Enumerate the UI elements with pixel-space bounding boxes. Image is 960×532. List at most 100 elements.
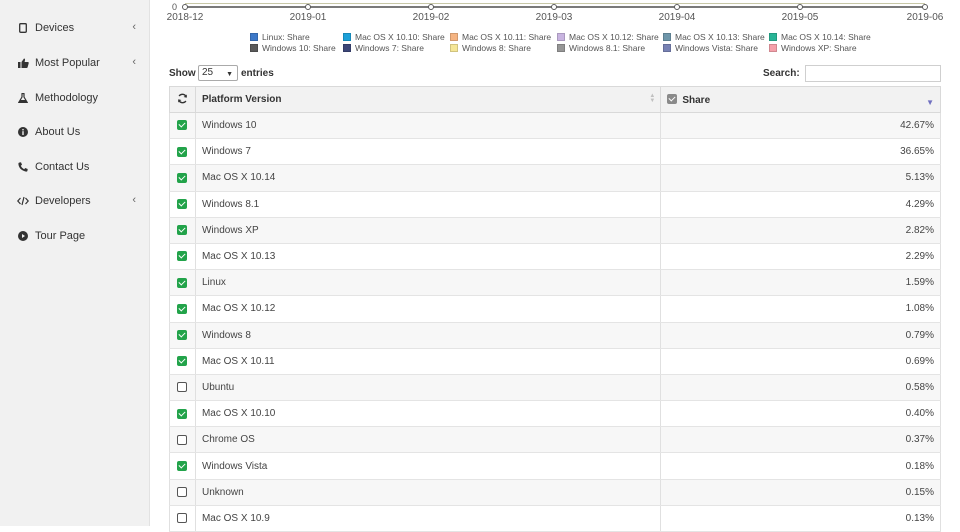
share-checkbox-icon[interactable]	[667, 93, 678, 104]
sidebar-item-contact-us[interactable]: Contact Us	[0, 152, 150, 182]
row-checkbox-cell	[169, 400, 196, 428]
checked-checkbox[interactable]	[177, 120, 188, 131]
legend-item[interactable]: Windows XP: Share	[769, 43, 857, 53]
platform-cell: Mac OS X 10.14	[195, 164, 662, 192]
table-row[interactable]: Chrome OS 0.37%	[169, 426, 941, 454]
checked-checkbox[interactable]	[177, 460, 188, 471]
table-row[interactable]: Mac OS X 10.12 1.08%	[169, 295, 941, 323]
chevron-left-icon: ‹	[132, 21, 136, 33]
platform-cell: Mac OS X 10.11	[195, 348, 662, 375]
checked-checkbox[interactable]	[177, 303, 188, 314]
sidebar-item-label: Contact Us	[35, 161, 90, 173]
code-icon	[17, 196, 29, 206]
checked-checkbox[interactable]	[177, 329, 188, 340]
row-checkbox-cell	[169, 374, 196, 402]
checked-checkbox[interactable]	[177, 225, 188, 236]
legend-item[interactable]: Windows 7: Share	[343, 43, 424, 53]
page-size-select[interactable]: 25 ▼	[198, 65, 238, 81]
sidebar-item-devices[interactable]: Devices ‹	[0, 13, 150, 43]
row-checkbox-cell	[169, 348, 196, 375]
table-row[interactable]: Windows 8.1 4.29%	[169, 191, 941, 218]
refresh-icon[interactable]	[177, 93, 188, 107]
sidebar-item-developers[interactable]: Developers ‹	[0, 186, 150, 216]
platform-version-header[interactable]: Platform Version ▲ ▼	[194, 86, 662, 113]
checked-checkbox[interactable]	[177, 277, 188, 288]
legend-item[interactable]: Windows 10: Share	[250, 43, 336, 53]
checked-checkbox[interactable]	[177, 199, 188, 210]
checked-checkbox[interactable]	[177, 146, 188, 157]
legend-item[interactable]: Mac OS X 10.11: Share	[450, 32, 551, 42]
platform-cell: Unknown	[195, 479, 662, 506]
legend-swatch	[250, 44, 258, 52]
platform-cell: Windows Vista	[195, 452, 662, 480]
toggle-all-header[interactable]	[169, 86, 196, 113]
platform-cell: Mac OS X 10.10	[195, 400, 662, 428]
platform-version-header-label: Platform Version	[201, 94, 282, 105]
table-row[interactable]: Mac OS X 10.10 0.40%	[169, 400, 941, 428]
table-row[interactable]: Mac OS X 10.14 5.13%	[169, 164, 941, 192]
share-header[interactable]: Share ▼	[660, 86, 941, 113]
chevron-left-icon: ‹	[132, 194, 136, 206]
row-checkbox-cell	[169, 138, 196, 166]
legend-item[interactable]: Mac OS X 10.13: Share	[663, 32, 765, 42]
unchecked-checkbox[interactable]	[177, 513, 188, 524]
table-row[interactable]: Mac OS X 10.11 0.69%	[169, 348, 941, 375]
checked-checkbox[interactable]	[177, 356, 188, 367]
table-row[interactable]: Ubuntu 0.58%	[169, 374, 941, 402]
axis-tick-label: 2019-01	[289, 12, 327, 23]
legend-item[interactable]: Mac OS X 10.12: Share	[557, 32, 659, 42]
sort-desc-icon[interactable]: ▼	[926, 98, 934, 107]
table-row[interactable]: Windows XP 2.82%	[169, 217, 941, 244]
table-row[interactable]: Windows Vista 0.18%	[169, 452, 941, 480]
sidebar-item-most-popular[interactable]: Most Popular ‹	[0, 48, 150, 78]
axis-tick-marker	[305, 4, 311, 10]
axis-tick-label: 2019-03	[535, 12, 573, 23]
platform-cell: Windows XP	[195, 217, 662, 244]
row-checkbox-cell	[169, 295, 196, 323]
phone-icon	[17, 162, 29, 172]
legend-label: Mac OS X 10.14: Share	[781, 32, 871, 42]
sidebar-item-methodology[interactable]: Methodology	[0, 83, 150, 113]
tablet-icon	[17, 23, 29, 33]
page-size-value: 25	[202, 67, 214, 78]
sidebar-item-about-us[interactable]: About Us	[0, 117, 150, 147]
sidebar-item-label: Developers	[35, 195, 91, 207]
legend-label: Linux: Share	[262, 32, 310, 42]
platform-cell: Windows 10	[195, 112, 662, 140]
legend-item[interactable]: Windows 8: Share	[450, 43, 531, 53]
legend-item[interactable]: Windows Vista: Share	[663, 43, 758, 53]
legend-swatch	[557, 33, 565, 41]
table-row[interactable]: Unknown 0.15%	[169, 479, 941, 506]
checked-checkbox[interactable]	[177, 172, 188, 183]
checked-checkbox[interactable]	[177, 251, 188, 262]
table-row[interactable]: Mac OS X 10.9 0.13%	[169, 505, 941, 532]
sort-both-icon[interactable]: ▲ ▼	[649, 93, 655, 104]
legend-item[interactable]: Mac OS X 10.10: Share	[343, 32, 445, 42]
legend-item[interactable]: Mac OS X 10.14: Share	[769, 32, 871, 42]
legend-item[interactable]: Linux: Share	[250, 32, 310, 42]
chart-x-axis: 0 2018-12 2019-01 2019-02 2019-03 2019-04 201…	[150, 0, 960, 28]
platform-cell: Linux	[195, 269, 662, 297]
share-cell: 36.65%	[660, 138, 941, 166]
axis-tick-label: 2019-02	[412, 12, 450, 23]
search-input[interactable]	[805, 65, 941, 82]
legend-label: Mac OS X 10.10: Share	[355, 32, 445, 42]
legend-swatch	[343, 44, 351, 52]
unchecked-checkbox[interactable]	[177, 382, 188, 393]
axis-tick-label: 2019-04	[658, 12, 696, 23]
play-circle-icon	[17, 231, 29, 241]
checked-checkbox[interactable]	[177, 408, 188, 419]
table-row[interactable]: Windows 7 36.65%	[169, 138, 941, 166]
platform-cell: Chrome OS	[195, 426, 662, 454]
unchecked-checkbox[interactable]	[177, 487, 188, 498]
table-row[interactable]: Windows 8 0.79%	[169, 322, 941, 349]
sidebar-item-label: Most Popular	[35, 57, 100, 69]
table-row[interactable]: Windows 10 42.67%	[169, 112, 941, 140]
legend-item[interactable]: Windows 8.1: Share	[557, 43, 645, 53]
table-row[interactable]: Mac OS X 10.13 2.29%	[169, 243, 941, 271]
row-checkbox-cell	[169, 164, 196, 192]
table-row[interactable]: Linux 1.59%	[169, 269, 941, 297]
unchecked-checkbox[interactable]	[177, 434, 188, 445]
sidebar-item-tour-page[interactable]: Tour Page	[0, 221, 150, 251]
legend-label: Mac OS X 10.13: Share	[675, 32, 765, 42]
